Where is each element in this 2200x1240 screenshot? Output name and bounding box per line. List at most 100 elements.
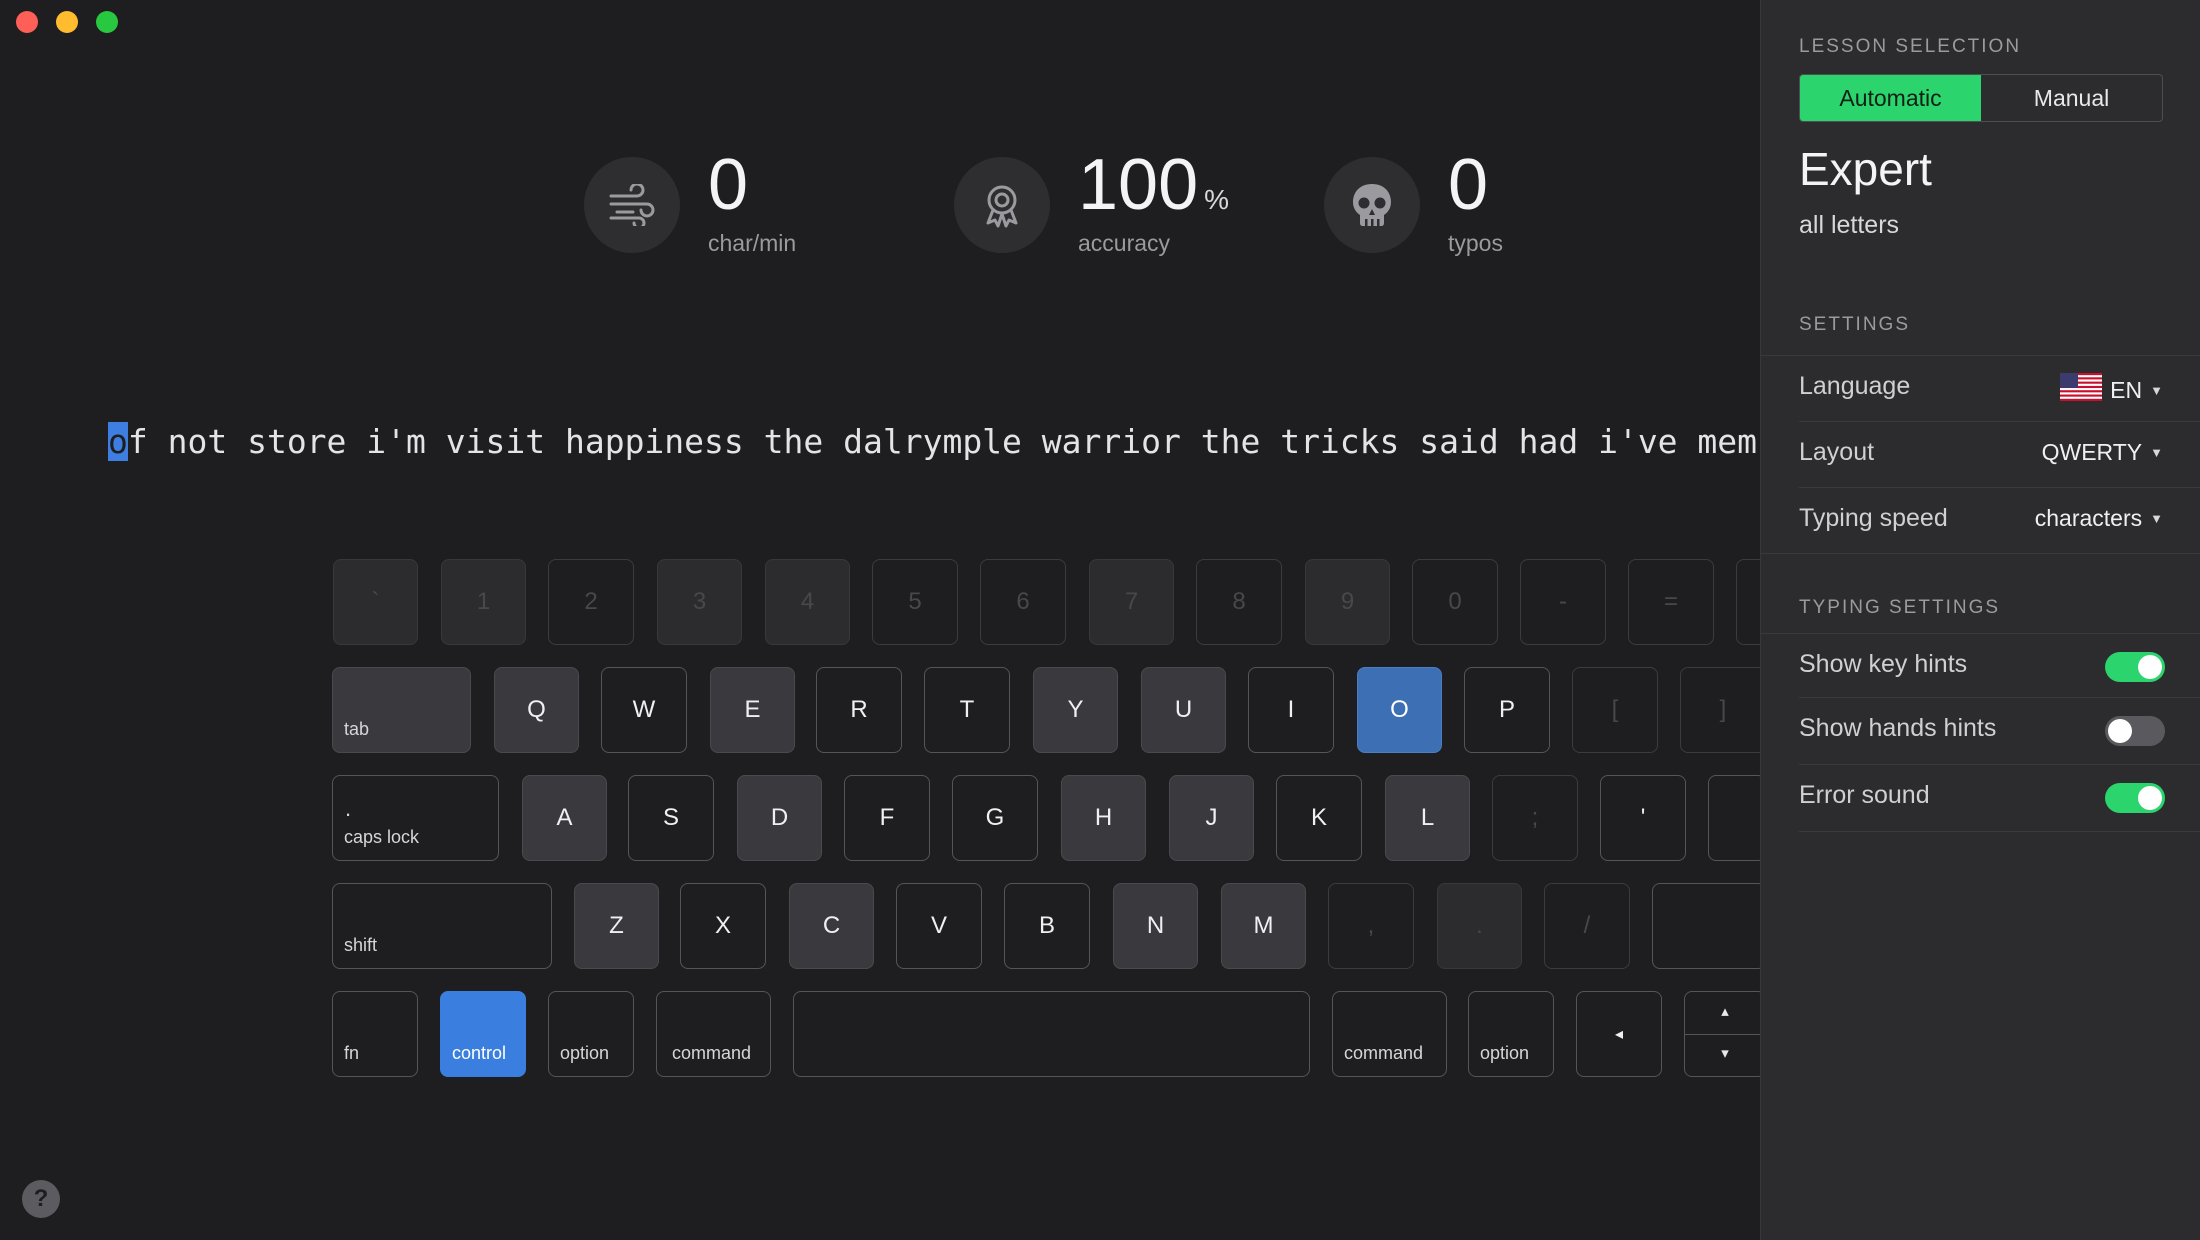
key-right-bracket[interactable]: ]	[1680, 667, 1766, 753]
key-2[interactable]: 2	[548, 559, 634, 645]
key-command-left[interactable]: command	[656, 991, 771, 1077]
key-y[interactable]: Y	[1033, 667, 1118, 753]
key-comma[interactable]: ,	[1328, 883, 1414, 969]
key-arrow-left[interactable]: ◂	[1576, 991, 1662, 1077]
key-4[interactable]: 4	[765, 559, 850, 645]
key-1[interactable]: 1	[441, 559, 526, 645]
key-caps-lock[interactable]: . caps lock	[332, 775, 499, 861]
zoom-window-button[interactable]	[96, 11, 118, 33]
key-c[interactable]: C	[789, 883, 874, 969]
typing-speed-row[interactable]: Typing speed characters ▼	[1799, 488, 2200, 552]
key-o[interactable]: O	[1357, 667, 1442, 753]
minimize-window-button[interactable]	[56, 11, 78, 33]
key-control[interactable]: control	[440, 991, 526, 1077]
typing-settings-heading: TYPING SETTINGS	[1799, 597, 2001, 618]
key-x[interactable]: X	[680, 883, 766, 969]
layout-row[interactable]: Layout QWERTY ▼	[1799, 422, 2200, 486]
key-b[interactable]: B	[1004, 883, 1090, 969]
key-d[interactable]: D	[737, 775, 822, 861]
lesson-mode-segmented-control: Automatic Manual	[1799, 74, 2163, 122]
key-0[interactable]: 0	[1412, 559, 1498, 645]
upcoming-text: f not store i'm visit happiness the dalr…	[127, 422, 1758, 461]
key-n[interactable]: N	[1113, 883, 1198, 969]
typing-speed-label: Typing speed	[1799, 504, 1948, 532]
key-z[interactable]: Z	[574, 883, 659, 969]
speed-label: char/min	[708, 230, 797, 256]
key-g[interactable]: G	[952, 775, 1038, 861]
divider	[1761, 553, 2200, 554]
key-tab[interactable]: tab	[332, 667, 471, 753]
key-8[interactable]: 8	[1196, 559, 1282, 645]
key-6[interactable]: 6	[980, 559, 1066, 645]
key-fn[interactable]: fn	[332, 991, 418, 1077]
dropdown-caret-icon: ▼	[2150, 511, 2163, 526]
language-value: EN	[2110, 376, 2143, 403]
show-key-hints-label: Show key hints	[1799, 650, 1968, 678]
help-button[interactable]: ?	[22, 1180, 60, 1218]
key-equals[interactable]: =	[1628, 559, 1714, 645]
typos-label: typos	[1448, 230, 1503, 256]
language-row[interactable]: Language EN ▼	[1799, 356, 2200, 420]
key-m[interactable]: M	[1221, 883, 1306, 969]
settings-heading: SETTINGS	[1799, 314, 1911, 335]
key-9[interactable]: 9	[1305, 559, 1390, 645]
key-f[interactable]: F	[844, 775, 930, 861]
key-left-bracket[interactable]: [	[1572, 667, 1658, 753]
typing-text-area[interactable]: of not store i'm visit happiness the dal…	[108, 414, 1758, 470]
key-t[interactable]: T	[924, 667, 1010, 753]
show-key-hints-row: Show key hints	[1799, 634, 2200, 698]
arrow-down-icon: ▾	[1721, 1045, 1729, 1062]
accuracy-unit: %	[1204, 184, 1230, 215]
dropdown-caret-icon: ▼	[2150, 445, 2163, 460]
accuracy-label: accuracy	[1078, 230, 1171, 256]
error-sound-toggle[interactable]	[2105, 783, 2165, 813]
layout-value: QWERTY	[2041, 439, 2143, 465]
show-hands-hints-toggle[interactable]	[2105, 716, 2165, 746]
key-option-left[interactable]: option	[548, 991, 634, 1077]
key-q[interactable]: Q	[494, 667, 579, 753]
arrow-left-icon: ◂	[1614, 1026, 1624, 1043]
key-a[interactable]: A	[522, 775, 607, 861]
key-shift-right[interactable]	[1652, 883, 1766, 969]
key-backtick[interactable]: `	[333, 559, 418, 645]
typing-speed-value: characters	[2034, 505, 2143, 531]
key-h[interactable]: H	[1061, 775, 1146, 861]
close-window-button[interactable]	[16, 11, 38, 33]
key-r[interactable]: R	[816, 667, 902, 753]
key-semicolon[interactable]: ;	[1492, 775, 1578, 861]
lesson-level-subtitle: all letters	[1799, 211, 1900, 239]
key-option-right[interactable]: option	[1468, 991, 1554, 1077]
key-minus[interactable]: -	[1520, 559, 1606, 645]
show-key-hints-toggle[interactable]	[2105, 652, 2165, 682]
key-j[interactable]: J	[1169, 775, 1254, 861]
key-space[interactable]	[793, 991, 1310, 1077]
key-command-right[interactable]: command	[1332, 991, 1447, 1077]
key-l[interactable]: L	[1385, 775, 1470, 861]
key-w[interactable]: W	[601, 667, 687, 753]
key-period[interactable]: .	[1437, 883, 1522, 969]
automatic-mode-button[interactable]: Automatic	[1800, 75, 1981, 121]
key-slash[interactable]: /	[1544, 883, 1630, 969]
key-return[interactable]	[1708, 775, 1766, 861]
key-arrow-up-down[interactable]: ▴ ▾	[1684, 991, 1766, 1077]
key-7[interactable]: 7	[1089, 559, 1174, 645]
key-3[interactable]: 3	[657, 559, 742, 645]
key-i[interactable]: I	[1248, 667, 1334, 753]
app-window: 0 char/min 100% accuracy 0 typos of not …	[0, 0, 2200, 1240]
key-u[interactable]: U	[1141, 667, 1226, 753]
key-e[interactable]: E	[710, 667, 795, 753]
error-sound-label: Error sound	[1799, 781, 1930, 809]
key-shift-left[interactable]: shift	[332, 883, 552, 969]
typos-value: 0	[1448, 145, 1489, 225]
key-5[interactable]: 5	[872, 559, 958, 645]
key-s[interactable]: S	[628, 775, 714, 861]
key-k[interactable]: K	[1276, 775, 1362, 861]
current-character: o	[108, 422, 128, 461]
us-flag-icon	[2060, 373, 2103, 407]
key-v[interactable]: V	[896, 883, 982, 969]
manual-mode-button[interactable]: Manual	[1981, 75, 2162, 121]
key-quote[interactable]: '	[1600, 775, 1686, 861]
key-p[interactable]: P	[1464, 667, 1550, 753]
error-sound-row: Error sound	[1799, 765, 2200, 829]
language-label: Language	[1799, 372, 1911, 400]
